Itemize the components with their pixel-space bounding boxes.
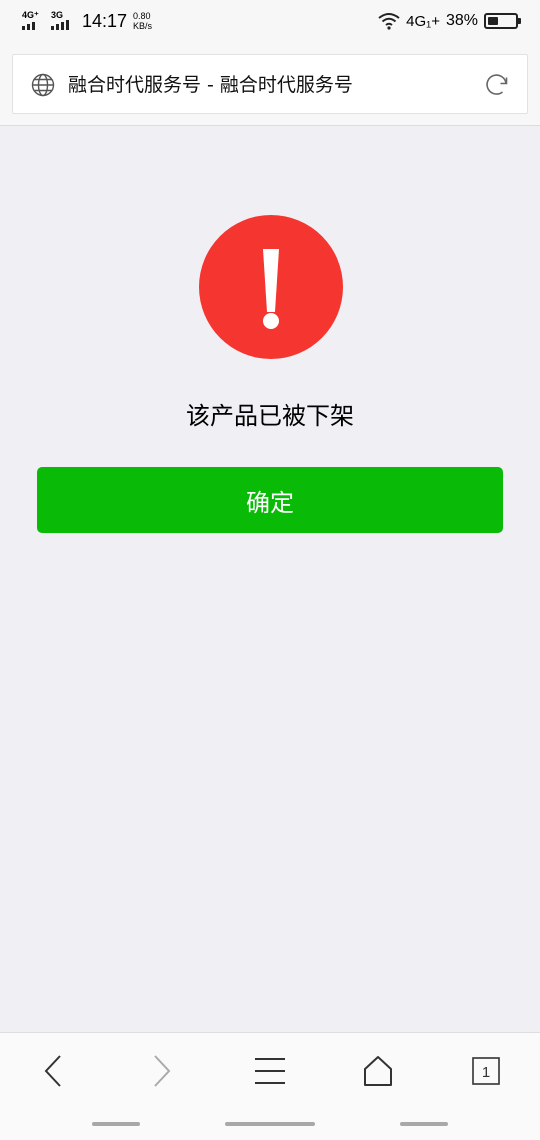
menu-button[interactable]: [245, 1051, 295, 1091]
gesture-bar-left: [92, 1122, 140, 1126]
back-icon: [44, 1055, 61, 1087]
alert-icon: [199, 215, 343, 359]
signal-icon-sim1: 4G⁺: [22, 10, 46, 32]
tabs-icon: 1: [472, 1057, 500, 1085]
sim2-network-label: 3G: [51, 10, 64, 20]
home-icon: [364, 1056, 392, 1086]
status-time: 14:17: [82, 10, 128, 31]
sim1-network-label: 4G⁺: [22, 10, 39, 20]
menu-icon: [255, 1058, 285, 1084]
network-speed-unit: KB/s: [133, 21, 153, 31]
address-bar[interactable]: 融合时代服务号 - 融合时代服务号: [12, 54, 528, 114]
gesture-bar-center: [225, 1122, 315, 1126]
globe-icon: [31, 73, 55, 97]
confirm-button[interactable]: 确定: [37, 467, 503, 533]
battery-icon: [484, 13, 521, 29]
page-title: 融合时代服务号 - 融合时代服务号: [68, 74, 353, 96]
title-bar: 融合时代服务号 - 融合时代服务号: [0, 42, 540, 126]
forward-icon: [154, 1055, 171, 1087]
signal-icon-sim2: 3G: [51, 10, 75, 32]
network-type-label: 4G₁+: [406, 12, 440, 30]
removed-product-message: 该产品已被下架: [186, 402, 354, 430]
back-button[interactable]: [28, 1051, 78, 1091]
status-bar: 4G⁺ 3G 14:17 0.80 KB/s 4G₁+ 38%: [0, 0, 540, 42]
battery-percent: 38%: [445, 12, 478, 29]
bottom-nav: 1: [0, 1032, 540, 1140]
status-bar-left: 4G⁺ 3G 14:17 0.80 KB/s: [22, 8, 152, 34]
status-bar-right: 4G₁+ 38%: [378, 8, 521, 34]
forward-button[interactable]: [137, 1051, 187, 1091]
network-speed: 0.80 KB/s: [133, 11, 152, 31]
network-speed-value: 0.80: [133, 11, 151, 21]
refresh-icon[interactable]: [483, 71, 511, 99]
tab-count: 1: [482, 1064, 490, 1081]
tabs-button[interactable]: 1: [461, 1051, 511, 1091]
battery-fill: [488, 17, 498, 25]
home-button[interactable]: [353, 1051, 403, 1091]
gesture-bar-right: [400, 1122, 448, 1126]
wifi-icon: [378, 13, 400, 30]
